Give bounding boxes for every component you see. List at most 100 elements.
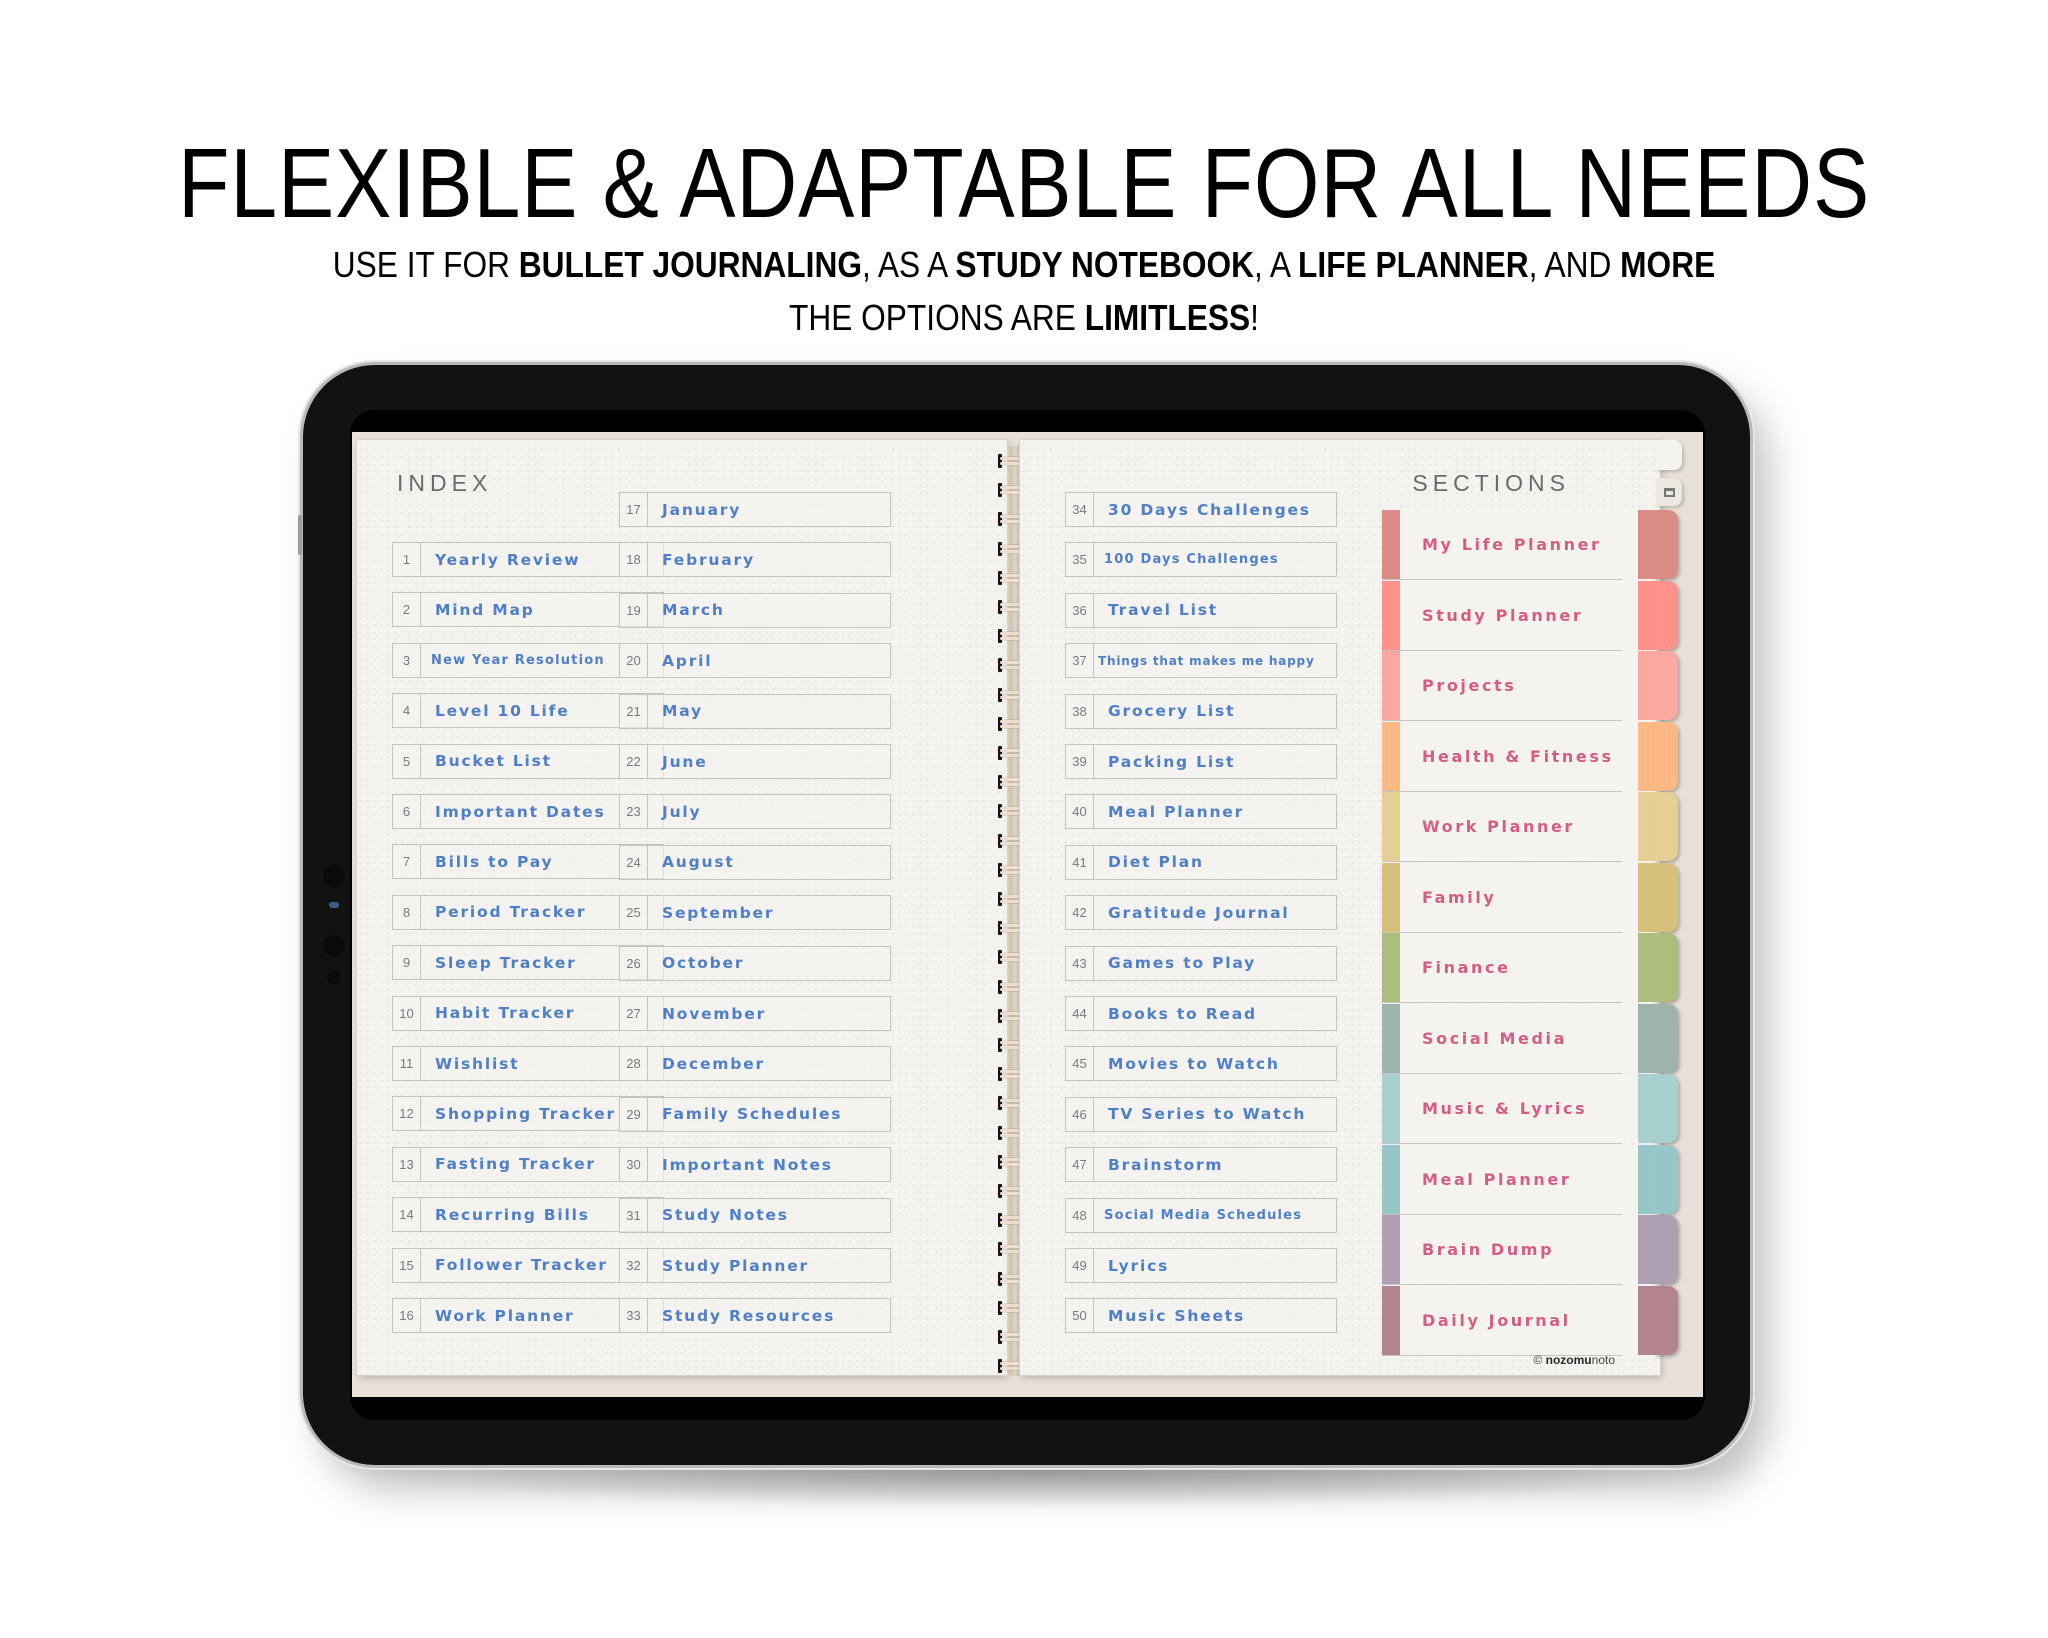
- index-number: 26: [620, 946, 648, 980]
- section-tab[interactable]: Brain Dump: [1382, 1215, 1678, 1285]
- index-item[interactable]: 43 Games to Play: [1065, 945, 1337, 981]
- section-side-tab[interactable]: [1654, 1003, 1678, 1073]
- section-side-tab[interactable]: [1654, 510, 1678, 579]
- window-toggle-tab[interactable]: [1656, 478, 1682, 506]
- highlight-text: MORE: [1620, 244, 1716, 285]
- section-color-strip: [1638, 792, 1654, 861]
- index-item[interactable]: 29 Family Schedules: [619, 1096, 891, 1132]
- section-side-tab[interactable]: [1654, 580, 1678, 650]
- index-item[interactable]: 47 Brainstorm: [1065, 1147, 1337, 1183]
- section-tab[interactable]: Health & Fitness: [1382, 721, 1678, 792]
- section-body: Daily Journal: [1400, 1285, 1638, 1355]
- section-side-tab[interactable]: [1654, 862, 1678, 932]
- section-tab[interactable]: Meal Planner: [1382, 1144, 1678, 1215]
- section-tab[interactable]: Finance: [1382, 933, 1678, 1003]
- section-side-tab[interactable]: [1654, 1144, 1678, 1214]
- section-body: My Life Planner: [1400, 510, 1638, 579]
- section-side-tab[interactable]: [1654, 933, 1678, 1002]
- section-tab[interactable]: Work Planner: [1382, 792, 1678, 862]
- index-number: 36: [1066, 593, 1094, 627]
- index-number: 42: [1066, 896, 1094, 930]
- section-tab[interactable]: Daily Journal: [1382, 1285, 1678, 1356]
- section-color-strip: [1382, 933, 1400, 1002]
- index-item[interactable]: 48 Social Media Schedules: [1065, 1197, 1337, 1233]
- copyright: © nozomunoto: [1533, 1353, 1615, 1367]
- section-tab[interactable]: Projects: [1382, 651, 1678, 721]
- index-item[interactable]: 35 100 Days Challenges: [1065, 542, 1337, 578]
- index-item[interactable]: 40 Meal Planner: [1065, 794, 1337, 830]
- section-color-strip: [1638, 510, 1654, 579]
- index-item[interactable]: 19 March: [619, 592, 891, 628]
- section-tab[interactable]: Family: [1382, 862, 1678, 933]
- index-item[interactable]: 28 December: [619, 1046, 891, 1082]
- section-color-strip: [1382, 792, 1400, 861]
- index-item[interactable]: 45 Movies to Watch: [1065, 1046, 1337, 1082]
- index-item[interactable]: 32 Study Planner: [619, 1248, 891, 1283]
- index-item[interactable]: 36 Travel List: [1065, 592, 1337, 628]
- window-icon: [1663, 487, 1675, 497]
- section-body: Health & Fitness: [1400, 721, 1638, 791]
- section-body: Music & Lyrics: [1400, 1074, 1638, 1143]
- section-label: My Life Planner: [1422, 535, 1602, 554]
- index-label: Games to Play: [1108, 954, 1257, 973]
- section-body: Family: [1400, 862, 1638, 932]
- index-item[interactable]: 17 January: [619, 492, 891, 527]
- section-side-tab[interactable]: [1654, 721, 1678, 791]
- index-label: Packing List: [1108, 752, 1236, 771]
- section-side-tab[interactable]: [1654, 1074, 1678, 1143]
- index-number: 33: [620, 1299, 648, 1333]
- index-item[interactable]: 34 30 Days Challenges: [1065, 492, 1337, 527]
- index-item[interactable]: 18 February: [619, 542, 891, 578]
- section-label: Finance: [1422, 958, 1511, 977]
- index-item[interactable]: 31 Study Notes: [619, 1197, 891, 1233]
- highlight-text: LIFE PLANNER: [1298, 244, 1529, 285]
- index-number: 29: [620, 1097, 648, 1131]
- index-label: October: [662, 954, 745, 973]
- section-label: Health & Fitness: [1422, 746, 1614, 766]
- brand-bold: nozomu: [1545, 1353, 1592, 1367]
- index-label: Gratitude Journal: [1108, 903, 1290, 922]
- index-item[interactable]: 33 Study Resources: [619, 1298, 891, 1334]
- section-color-strip: [1638, 1285, 1654, 1355]
- subheadline-text: USE IT FOR: [332, 244, 519, 285]
- top-blank-tab[interactable]: [1656, 440, 1682, 470]
- index-item[interactable]: 22 June: [619, 744, 891, 779]
- section-tab[interactable]: Music & Lyrics: [1382, 1074, 1678, 1144]
- section-tab[interactable]: My Life Planner: [1382, 510, 1678, 580]
- section-body: Meal Planner: [1400, 1144, 1638, 1214]
- section-side-tab[interactable]: [1654, 792, 1678, 861]
- highlight-text: BULLET JOURNALING: [518, 244, 862, 285]
- section-side-tab[interactable]: [1654, 1215, 1678, 1284]
- index-item[interactable]: 27 November: [619, 996, 891, 1031]
- index-item[interactable]: 20 April: [619, 643, 891, 679]
- index-item[interactable]: 42 Gratitude Journal: [1065, 895, 1337, 931]
- section-side-tab[interactable]: [1654, 1285, 1678, 1355]
- section-tab[interactable]: Study Planner: [1382, 580, 1678, 651]
- index-item[interactable]: 41 Diet Plan: [1065, 844, 1337, 880]
- index-title: INDEX: [397, 470, 493, 496]
- index-item[interactable]: 49 Lyrics: [1065, 1248, 1337, 1283]
- index-number: 6: [393, 795, 421, 828]
- index-label: Things that makes me happy: [1098, 653, 1315, 668]
- section-color-strip: [1638, 1003, 1654, 1073]
- index-item[interactable]: 44 Books to Read: [1065, 996, 1337, 1031]
- section-color-strip: [1638, 721, 1654, 791]
- headline: FLEXIBLE & ADAPTABLE FOR ALL NEEDS: [177, 128, 1871, 238]
- index-item[interactable]: 26 October: [619, 945, 891, 981]
- index-item[interactable]: 25 September: [619, 895, 891, 931]
- section-color-strip: [1638, 933, 1654, 1002]
- index-item[interactable]: 24 August: [619, 844, 891, 880]
- index-item[interactable]: 21 May: [619, 693, 891, 729]
- index-number: 45: [1066, 1047, 1094, 1081]
- index-item[interactable]: 46 TV Series to Watch: [1065, 1096, 1337, 1132]
- index-item[interactable]: 38 Grocery List: [1065, 693, 1337, 729]
- section-label: Meal Planner: [1422, 1169, 1572, 1189]
- index-item[interactable]: 30 Important Notes: [619, 1147, 891, 1183]
- section-tab[interactable]: Social Media: [1382, 1003, 1678, 1074]
- index-item[interactable]: 23 July: [619, 794, 891, 830]
- section-side-tab[interactable]: [1654, 651, 1678, 720]
- index-item[interactable]: 39 Packing List: [1065, 744, 1337, 779]
- index-item[interactable]: 37 Things that makes me happy: [1065, 643, 1337, 679]
- index-number: 17: [620, 493, 648, 526]
- index-item[interactable]: 50 Music Sheets: [1065, 1298, 1337, 1334]
